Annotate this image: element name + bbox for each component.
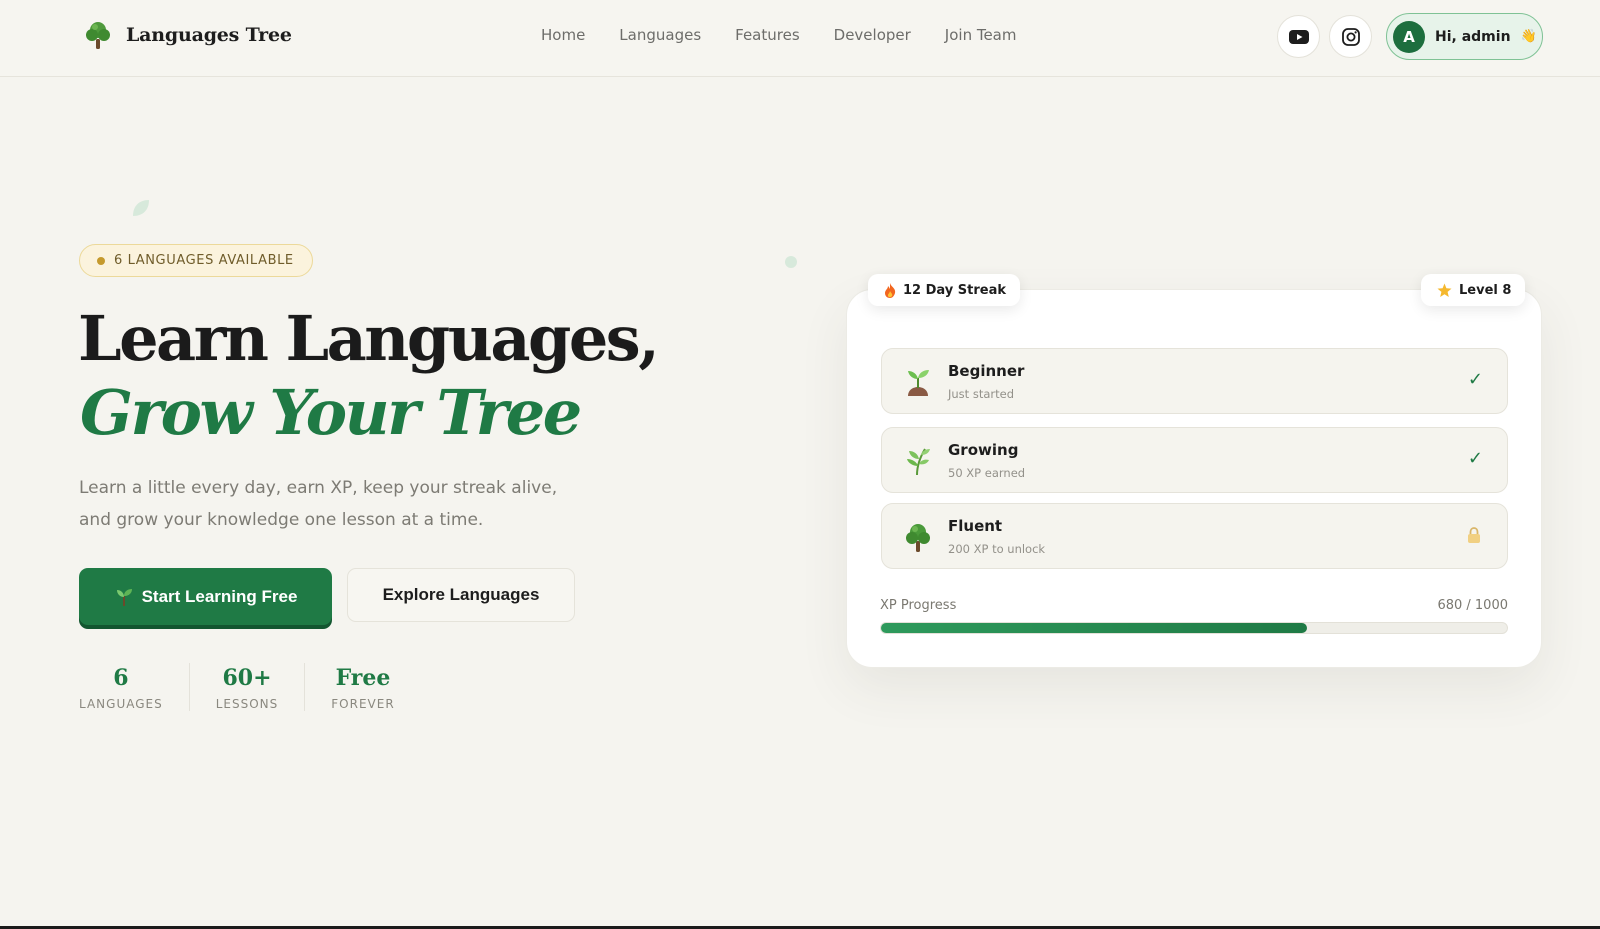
- leaf-decoration-icon: [133, 200, 149, 216]
- leaf-decoration-icon: [785, 256, 797, 268]
- level-text: Level 8: [1459, 282, 1512, 298]
- nav-link-join-team[interactable]: Join Team: [945, 26, 1017, 44]
- stat-free: Free FOREVER: [304, 663, 420, 711]
- stage-fluent: Fluent 200 XP to unlock: [881, 503, 1508, 569]
- avatar: A: [1393, 20, 1425, 53]
- stage-subtitle: Just started: [948, 387, 1014, 401]
- brand[interactable]: Languages Tree: [84, 20, 292, 50]
- nav-link-home[interactable]: Home: [541, 26, 585, 44]
- stage-subtitle: 50 XP earned: [948, 466, 1026, 480]
- explore-languages-label: Explore Languages: [382, 585, 540, 604]
- badge-text: 6 LANGUAGES AVAILABLE: [114, 253, 294, 268]
- herb-icon: [907, 448, 930, 476]
- waving-hand-icon: 👋: [1520, 29, 1537, 44]
- languages-available-badge: 6 LANGUAGES AVAILABLE: [79, 244, 313, 277]
- fire-icon: [885, 282, 896, 298]
- instagram-button[interactable]: [1329, 15, 1372, 58]
- stat-label: LANGUAGES: [79, 697, 163, 711]
- start-learning-button[interactable]: Start Learning Free: [79, 568, 332, 625]
- nav-link-features[interactable]: Features: [735, 26, 800, 44]
- xp-progress-label: XP Progress: [880, 598, 957, 613]
- user-menu-button[interactable]: A Hi, admin 👋: [1386, 13, 1543, 60]
- stat-value: Free: [335, 665, 391, 691]
- hero-stats: 6 LANGUAGES 60+ LESSONS Free FOREVER: [79, 663, 421, 711]
- stat-lessons: 60+ LESSONS: [188, 663, 305, 711]
- level-chip: Level 8: [1421, 274, 1526, 306]
- xp-progress-bar: [880, 622, 1508, 634]
- checkmark-icon: ✓: [1467, 369, 1483, 390]
- xp-progress-fill: [881, 623, 1307, 633]
- nav-links: Home Languages Features Developer Join T…: [541, 26, 1017, 44]
- seedling-icon: [908, 370, 929, 396]
- seedling-icon: [116, 588, 132, 606]
- stat-value: 60+: [222, 665, 272, 691]
- youtube-button[interactable]: [1277, 15, 1320, 58]
- top-navbar: Languages Tree Home Languages Features D…: [0, 0, 1600, 77]
- tree-icon: [906, 524, 930, 552]
- start-learning-label: Start Learning Free: [141, 586, 298, 606]
- instagram-icon: [1341, 27, 1360, 46]
- hero-description: Learn a little every day, earn XP, keep …: [79, 478, 558, 530]
- stage-name: Fluent: [948, 517, 1003, 535]
- stage-growing: Growing 50 XP earned ✓: [881, 427, 1508, 493]
- stat-languages: 6 LANGUAGES: [79, 663, 189, 711]
- stage-beginner: Beginner Just started ✓: [881, 348, 1508, 414]
- brand-name: Languages Tree: [126, 24, 292, 46]
- stage-name: Beginner: [948, 362, 1025, 380]
- badge-dot: [97, 256, 105, 265]
- checkmark-icon: ✓: [1467, 448, 1483, 469]
- stage-name: Growing: [948, 441, 1019, 459]
- stat-label: FOREVER: [331, 697, 395, 711]
- explore-languages-button[interactable]: Explore Languages: [347, 568, 575, 622]
- stage-subtitle: 200 XP to unlock: [948, 542, 1046, 556]
- lock-icon: [1468, 527, 1480, 543]
- xp-progress-value: 680 / 1000: [1437, 598, 1508, 613]
- tree-logo-icon: [86, 22, 110, 49]
- streak-text: 12 Day Streak: [903, 282, 1007, 298]
- user-greeting: Hi, admin: [1435, 28, 1511, 45]
- stat-value: 6: [113, 665, 129, 691]
- stat-label: LESSONS: [215, 697, 279, 711]
- star-icon: [1437, 283, 1452, 297]
- nav-link-developer[interactable]: Developer: [834, 26, 911, 44]
- youtube-icon: [1288, 29, 1309, 44]
- hero-title-line-2: Grow Your Tree: [80, 376, 582, 449]
- hero-title-line-1: Learn Languages,: [78, 302, 660, 375]
- nav-link-languages[interactable]: Languages: [619, 26, 701, 44]
- streak-chip: 12 Day Streak: [868, 274, 1021, 306]
